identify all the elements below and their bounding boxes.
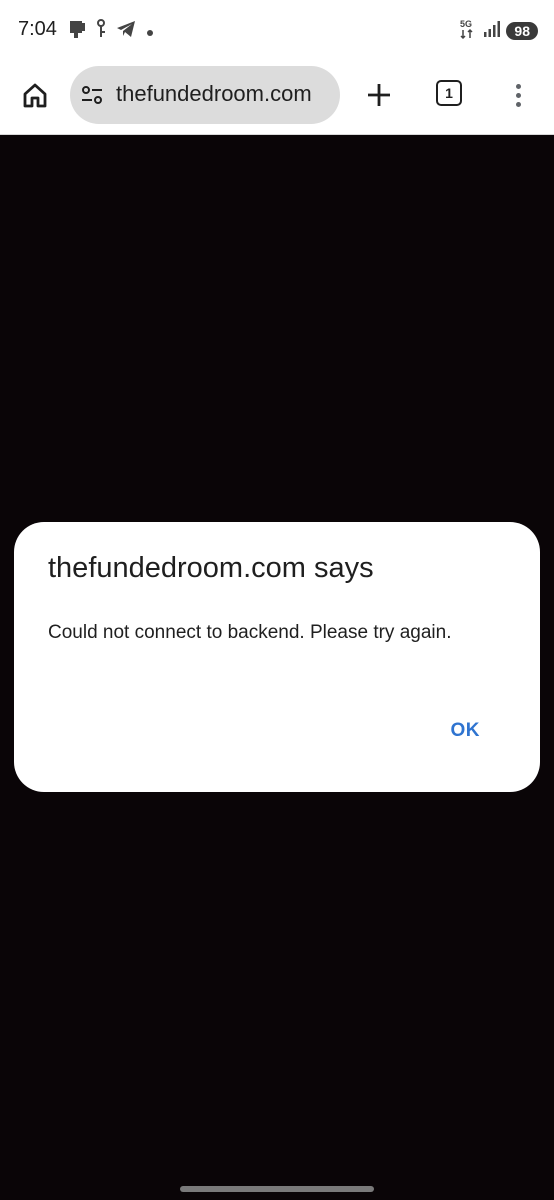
menu-dot-icon — [515, 92, 521, 98]
ok-button[interactable]: OK — [451, 720, 481, 742]
app-notification-icon — [68, 19, 86, 43]
menu-dot-icon — [515, 83, 521, 89]
more-notifications-dot-icon — [146, 22, 154, 41]
home-button[interactable] — [18, 78, 52, 112]
telegram-icon — [116, 20, 136, 42]
new-tab-button[interactable] — [362, 78, 396, 112]
dialog-title: thefundedroom.com says — [48, 552, 374, 584]
url-text[interactable]: thefundedroom.com — [116, 81, 330, 107]
tab-switcher-button[interactable]: 1 — [436, 80, 462, 106]
status-bar: 7:04 5G 98 — [0, 0, 554, 62]
status-time: 7:04 — [18, 18, 57, 40]
network-5g-icon: 5G — [460, 18, 478, 44]
menu-dot-icon — [515, 101, 521, 107]
site-settings-icon[interactable] — [80, 83, 104, 107]
gesture-navigation-bar[interactable] — [180, 1186, 374, 1192]
address-bar[interactable]: thefundedroom.com — [70, 66, 340, 124]
dialog-message: Could not connect to backend. Please try… — [48, 622, 452, 643]
more-menu-button[interactable] — [506, 78, 530, 112]
battery-indicator: 98 — [506, 22, 538, 40]
key-icon — [96, 19, 106, 43]
notification-icons — [68, 19, 154, 43]
plus-icon — [368, 84, 390, 106]
browser-toolbar: thefundedroom.com 1 — [0, 62, 554, 135]
alert-dialog: thefundedroom.com says Could not connect… — [14, 522, 540, 792]
network-type-label: 5G — [460, 19, 472, 29]
signal-icon — [484, 21, 501, 41]
system-icons: 5G 98 — [460, 18, 538, 44]
home-icon — [23, 83, 47, 108]
